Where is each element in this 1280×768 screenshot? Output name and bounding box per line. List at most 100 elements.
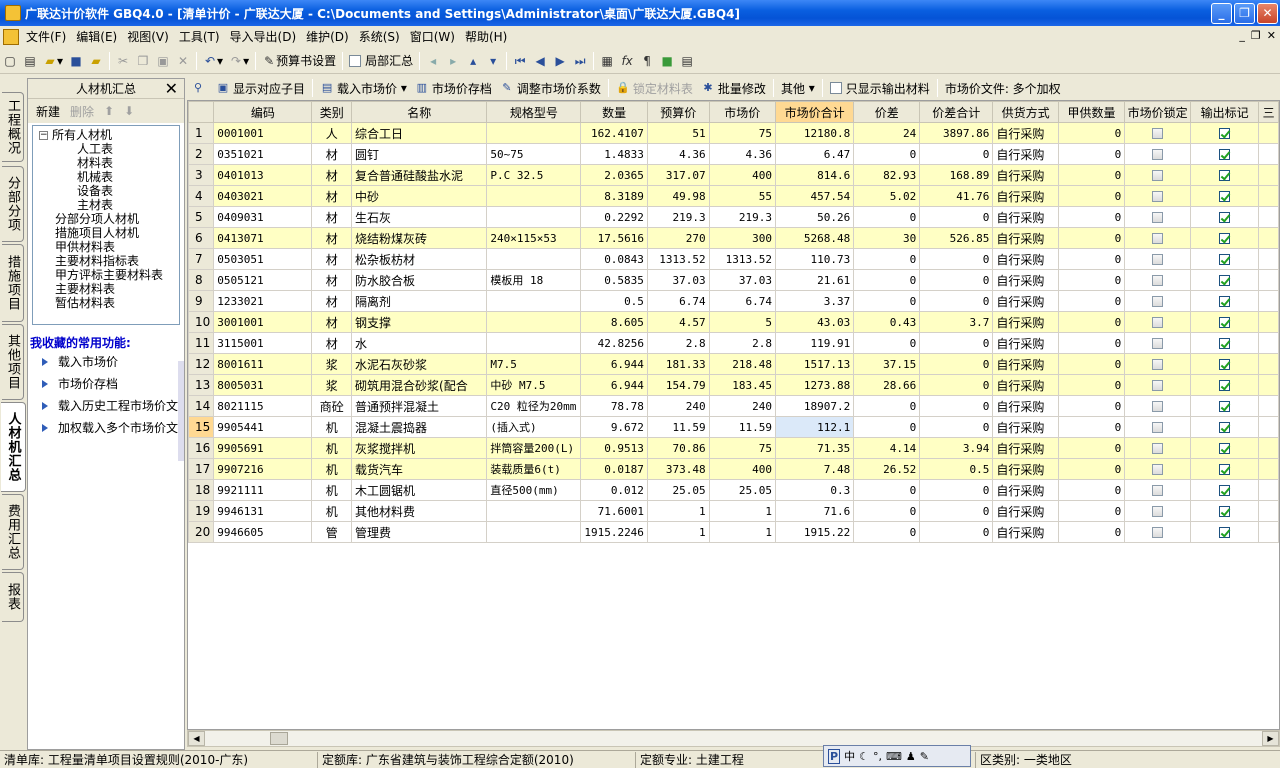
load-price-button[interactable]: ▤ 载入市场价 ▾ <box>316 80 411 97</box>
adjust-coef-button[interactable]: ✎ 调整市场价系数 <box>496 80 605 97</box>
move-right-button[interactable]: ▸ <box>443 50 463 72</box>
cell-code[interactable]: 9905691 <box>213 437 313 459</box>
move-down-button[interactable]: ▾ <box>483 50 503 72</box>
cell-name[interactable]: 其他材料费 <box>351 500 488 522</box>
tree-item-owner-eval[interactable]: 甲方评标主要材料表 <box>33 268 179 282</box>
col-more[interactable]: 三 <box>1258 101 1279 123</box>
cell-market-price[interactable]: 183.45 <box>708 374 777 396</box>
cell-diff-total[interactable]: 526.85 <box>919 227 994 249</box>
cell-diff-total[interactable]: 0 <box>919 479 994 501</box>
cell-supply[interactable]: 自行采购 <box>992 521 1059 543</box>
cell-budget-price[interactable]: 219.3 <box>646 206 710 228</box>
table-row[interactable]: 12 8001611 浆水泥石灰砂浆 M7.5 6.944 181.33 218.48 151… <box>188 353 1279 375</box>
cell-market-total[interactable]: 457.54 <box>775 185 855 207</box>
price-lock-checkbox[interactable] <box>1152 422 1164 433</box>
output-checkbox[interactable] <box>1219 422 1231 433</box>
cell-name[interactable]: 隔离剂 <box>351 290 488 312</box>
row-number[interactable]: 12 <box>188 353 215 375</box>
tree-item-provisional[interactable]: 暂估材料表 <box>33 296 179 310</box>
cell-qty[interactable]: 0.9513 <box>580 437 648 459</box>
row-number[interactable]: 20 <box>188 521 215 543</box>
part-summary-toggle[interactable]: 局部汇总 <box>346 50 416 72</box>
output-checkbox[interactable] <box>1219 212 1231 223</box>
cell-type[interactable]: 材 <box>311 269 353 291</box>
first-record-button[interactable]: ⏮ <box>510 50 530 72</box>
cell-supply[interactable]: 自行采购 <box>992 374 1059 396</box>
cell-market-total[interactable]: 43.03 <box>775 311 855 333</box>
cell-spec[interactable] <box>486 521 582 543</box>
redo-button[interactable]: ↷ ▾ <box>226 50 252 72</box>
left-panel-scrollbar[interactable] <box>178 361 184 461</box>
delete-button[interactable]: 删除 <box>70 103 94 120</box>
table-row[interactable]: 4 0403021 材中砂 8.3189 49.98 55 457.54 5.02 41.76 自… <box>188 185 1279 207</box>
row-number[interactable]: 14 <box>188 395 215 417</box>
price-lock-checkbox[interactable] <box>1152 443 1164 454</box>
cell-market-price[interactable]: 1313.52 <box>708 248 777 270</box>
cell-supply[interactable]: 自行采购 <box>992 395 1059 417</box>
price-lock-checkbox[interactable] <box>1152 191 1164 202</box>
table-row[interactable]: 20 9946605 管管理费 1915.2246 1 1 1915.22 0 0 自行采购 0 <box>188 521 1279 543</box>
cell-diff-total[interactable]: 3.94 <box>919 437 994 459</box>
price-lock-checkbox[interactable] <box>1152 296 1164 307</box>
tab-labor-material-summary[interactable]: 人材机汇总 <box>1 402 26 492</box>
formula-button[interactable]: fx <box>617 50 637 72</box>
ime-keyboard-icon[interactable]: ⌨ <box>886 750 902 763</box>
row-number[interactable]: 2 <box>188 143 215 165</box>
row-number[interactable]: 11 <box>188 332 215 354</box>
menu-window[interactable]: 窗口(W) <box>405 27 460 47</box>
row-number[interactable]: 4 <box>188 185 215 207</box>
table-row[interactable]: 5 0409031 材生石灰 0.2292 219.3 219.3 50.26 0 0 自行采购 0 <box>188 206 1279 228</box>
paragraph-button[interactable]: ¶ <box>637 50 657 72</box>
cell-budget-price[interactable]: 1 <box>646 521 710 543</box>
cell-code[interactable]: 9946131 <box>213 500 313 522</box>
cell-type[interactable]: 材 <box>311 332 353 354</box>
cell-supply[interactable]: 自行采购 <box>992 500 1059 522</box>
part-summary-checkbox[interactable] <box>349 54 362 67</box>
col-diff-total[interactable]: 价差合计 <box>919 101 994 123</box>
cell-diff[interactable]: 0.43 <box>853 311 921 333</box>
cell-spec[interactable] <box>486 122 582 144</box>
cell-market-price[interactable]: 25.05 <box>708 479 777 501</box>
cell-budget-price[interactable]: 4.57 <box>646 311 710 333</box>
new-file-button[interactable]: ▢ <box>0 50 20 72</box>
cell-diff[interactable]: 4.14 <box>853 437 921 459</box>
restore-button[interactable]: ❐ <box>1234 2 1255 24</box>
next-record-button[interactable]: ▶ <box>550 50 570 72</box>
cell-type[interactable]: 材 <box>311 290 353 312</box>
cell-name[interactable]: 载货汽车 <box>351 458 488 480</box>
cell-qty[interactable]: 9.672 <box>580 416 648 438</box>
ime-logo-icon[interactable]: P <box>828 748 841 764</box>
cell-diff-total[interactable]: 0 <box>919 290 994 312</box>
cell-budget-price[interactable]: 181.33 <box>646 353 710 375</box>
row-number[interactable]: 7 <box>188 248 215 270</box>
minimize-button[interactable]: _ <box>1211 2 1232 24</box>
output-checkbox[interactable] <box>1219 380 1231 391</box>
cell-diff-total[interactable]: 41.76 <box>919 185 994 207</box>
menu-help[interactable]: 帮助(H) <box>460 27 512 47</box>
output-checkbox[interactable] <box>1219 128 1231 139</box>
cell-market-total[interactable]: 1915.22 <box>775 521 855 543</box>
cell-market-total[interactable]: 112.1 <box>775 416 855 438</box>
ime-mode-label[interactable]: 中 <box>844 748 855 764</box>
cell-diff-total[interactable]: 0.5 <box>919 458 994 480</box>
tree-item-main-index[interactable]: 主要材料指标表 <box>33 254 179 268</box>
menu-tools[interactable]: 工具(T) <box>174 27 225 47</box>
tree-item-main-material[interactable]: 主材表 <box>33 198 179 212</box>
cell-qty[interactable]: 162.4107 <box>580 122 648 144</box>
output-checkbox[interactable] <box>1219 401 1231 412</box>
cell-diff-total[interactable]: 0 <box>919 374 994 396</box>
cell-owner-qty[interactable]: 0 <box>1057 374 1126 396</box>
cell-name[interactable]: 生石灰 <box>351 206 488 228</box>
cell-code[interactable]: 0001001 <box>213 122 313 144</box>
cell-name[interactable]: 防水胶合板 <box>351 269 488 291</box>
cell-qty[interactable]: 0.0843 <box>580 248 648 270</box>
find-button[interactable]: ⚲ <box>187 81 212 95</box>
cell-spec[interactable] <box>486 206 582 228</box>
cell-code[interactable]: 3001001 <box>213 311 313 333</box>
new-button[interactable]: 新建 <box>36 103 60 120</box>
close-panel-icon[interactable]: ✕ <box>165 79 178 98</box>
cell-type[interactable]: 材 <box>311 164 353 186</box>
menu-edit[interactable]: 编辑(E) <box>71 27 122 47</box>
cell-code[interactable]: 9905441 <box>213 416 313 438</box>
cell-name[interactable]: 水泥石灰砂浆 <box>351 353 488 375</box>
